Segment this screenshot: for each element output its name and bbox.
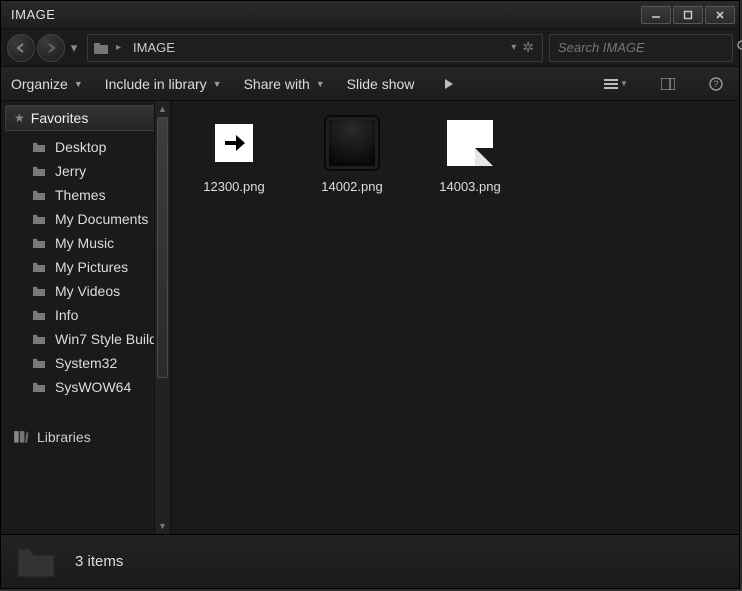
sidebar-item-label: My Music	[55, 235, 114, 251]
close-button[interactable]	[705, 6, 735, 24]
folder-icon	[31, 212, 47, 226]
sidebar-item-win7-style-builder[interactable]: Win7 Style Builder	[9, 327, 170, 351]
search-box[interactable]	[549, 34, 733, 62]
sidebar-item-label: Jerry	[55, 163, 86, 179]
view-options-button[interactable]: ▼	[599, 73, 633, 95]
folder-icon	[31, 164, 47, 178]
minimize-button[interactable]	[641, 6, 671, 24]
file-item[interactable]: 14002.png	[307, 115, 397, 194]
slideshow-button[interactable]: Slide show	[347, 76, 415, 92]
thumbnail-frame-icon	[324, 115, 380, 171]
organize-menu[interactable]: Organize▼	[11, 76, 83, 92]
chevron-right-icon: ▸	[116, 42, 121, 53]
sidebar-item-label: Desktop	[55, 139, 106, 155]
title-bar[interactable]: IMAGE	[1, 1, 739, 29]
folder-icon	[31, 308, 47, 322]
command-bar: Organize▼ Include in library▼ Share with…	[1, 67, 739, 101]
folder-icon	[31, 260, 47, 274]
window-buttons	[639, 6, 735, 24]
file-name: 12300.png	[203, 179, 264, 194]
sidebar-item-label: My Documents	[55, 211, 148, 227]
scroll-up-arrow[interactable]: ▲	[155, 101, 170, 117]
folder-icon	[31, 356, 47, 370]
details-pane: 3 items	[1, 534, 739, 588]
preview-pane-button[interactable]	[655, 73, 681, 95]
folder-icon	[31, 380, 47, 394]
sidebar-item-info[interactable]: Info	[9, 303, 170, 327]
address-bar[interactable]: ▸ IMAGE ▾ ✲	[87, 34, 543, 62]
favorites-header[interactable]: ★ Favorites	[5, 105, 166, 131]
sidebar-item-label: My Pictures	[55, 259, 128, 275]
sidebar-scrollbar[interactable]: ▲ ▼	[154, 101, 170, 534]
svg-text:?: ?	[713, 79, 718, 89]
forward-button[interactable]	[37, 34, 65, 62]
maximize-button[interactable]	[673, 6, 703, 24]
search-icon[interactable]	[736, 39, 742, 56]
breadcrumb-folder[interactable]: IMAGE	[133, 40, 175, 55]
sidebar-item-jerry[interactable]: Jerry	[9, 159, 170, 183]
explorer-window: IMAGE ▾ ▸	[0, 0, 740, 589]
file-list-pane[interactable]: 12300.png 14002.png 14003.png	[171, 101, 739, 534]
sidebar-item-label: My Videos	[55, 283, 120, 299]
folder-icon	[31, 188, 47, 202]
search-input[interactable]	[558, 40, 736, 55]
file-item[interactable]: 14003.png	[425, 115, 515, 194]
navigation-bar: ▾ ▸ IMAGE ▾ ✲	[1, 29, 739, 67]
share-with-menu[interactable]: Share with▼	[244, 76, 325, 92]
star-icon: ★	[14, 111, 25, 125]
sidebar-item-desktop[interactable]: Desktop	[9, 135, 170, 159]
help-button[interactable]: ?	[703, 73, 729, 95]
sidebar-item-my-pictures[interactable]: My Pictures	[9, 255, 170, 279]
sidebar-item-label: Win7 Style Builder	[55, 331, 169, 347]
sidebar-item-system32[interactable]: System32	[9, 351, 170, 375]
refresh-icon[interactable]: ✲	[522, 39, 534, 56]
include-in-library-menu[interactable]: Include in library▼	[105, 76, 222, 92]
scroll-thumb[interactable]	[157, 117, 168, 378]
folder-icon	[31, 332, 47, 346]
location-icon	[92, 42, 110, 54]
scroll-down-arrow[interactable]: ▼	[155, 518, 170, 534]
window-title: IMAGE	[11, 7, 639, 22]
folder-icon	[15, 544, 57, 580]
sidebar-item-my-music[interactable]: My Music	[9, 231, 170, 255]
libraries-header[interactable]: Libraries	[1, 425, 170, 449]
sidebar-item-my-videos[interactable]: My Videos	[9, 279, 170, 303]
sidebar-item-syswow64[interactable]: SysWOW64	[9, 375, 170, 399]
sidebar-item-label: Themes	[55, 187, 106, 203]
thumbnail-arrow-icon	[215, 124, 253, 162]
chevron-down-icon[interactable]: ▾	[511, 42, 516, 53]
file-name: 14002.png	[321, 179, 382, 194]
back-button[interactable]	[7, 34, 35, 62]
body: ★ Favorites Desktop Jerry Themes My Documen…	[1, 101, 739, 534]
file-name: 14003.png	[439, 179, 500, 194]
status-summary: 3 items	[75, 553, 123, 570]
sidebar-item-label: System32	[55, 355, 117, 371]
play-button[interactable]	[436, 73, 462, 95]
folder-icon	[31, 140, 47, 154]
folder-icon	[31, 284, 47, 298]
thumbnail-paper-icon	[447, 120, 493, 166]
history-dropdown[interactable]: ▾	[67, 34, 81, 62]
libraries-icon	[13, 430, 29, 444]
sidebar-item-label: SysWOW64	[55, 379, 131, 395]
sidebar-item-label: Info	[55, 307, 78, 323]
navigation-pane: ★ Favorites Desktop Jerry Themes My Documen…	[1, 101, 171, 534]
sidebar-item-my-documents[interactable]: My Documents	[9, 207, 170, 231]
file-item[interactable]: 12300.png	[189, 115, 279, 194]
folder-icon	[31, 236, 47, 250]
sidebar-item-themes[interactable]: Themes	[9, 183, 170, 207]
favorites-list: Desktop Jerry Themes My Documents My Music My…	[1, 133, 170, 407]
